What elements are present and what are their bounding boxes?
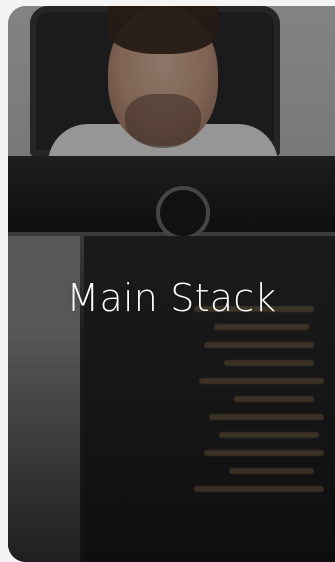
card-title: Main Stack [66,276,277,320]
stack-card[interactable]: Main Stack [8,6,335,562]
page: Main Stack [0,0,335,562]
